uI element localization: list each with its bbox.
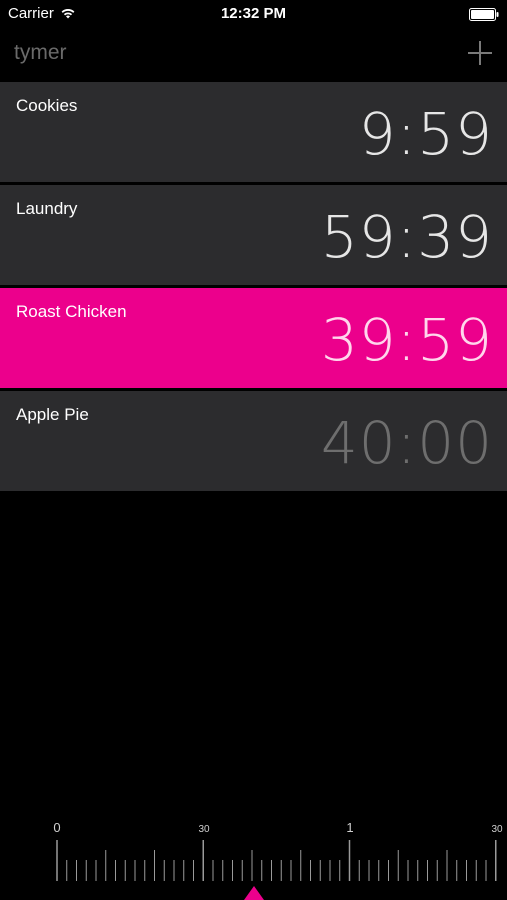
scrubber-ruler[interactable]: 0 30 1 30 (0, 810, 507, 900)
scrubber-label: 30 (198, 824, 210, 835)
status-time: 12:32 PM (220, 5, 287, 22)
timer-name: Laundry (16, 199, 78, 218)
timer-name: Cookies (16, 96, 78, 115)
nav-bar: tymer (0, 28, 507, 80)
app-title: tymer (14, 41, 67, 64)
scrubber-label: 30 (491, 824, 503, 835)
timer-name: Roast Chicken (16, 302, 127, 321)
add-timer-button[interactable] (465, 38, 495, 68)
timer-list: Cookies 9:59 Laundry 59:39 Roast Chicken… (0, 82, 507, 494)
timer-name: Apple Pie (16, 405, 89, 424)
status-bar: Carrier 12:32 PM (0, 0, 507, 28)
scrubber-label: 1 (346, 820, 353, 835)
scrubber-label: 0 (53, 820, 60, 835)
scrubber-pointer-icon[interactable] (244, 886, 264, 900)
timer-row-laundry[interactable]: Laundry 59:39 (0, 185, 507, 285)
timer-row-roast-chicken[interactable]: Roast Chicken 39:59 (0, 288, 507, 388)
timer-countdown: 39:59 (320, 306, 493, 374)
timer-countdown: 59:39 (320, 203, 493, 271)
timer-countdown: 9:59 (358, 100, 493, 168)
timer-row-cookies[interactable]: Cookies 9:59 (0, 82, 507, 182)
time-scrubber[interactable]: 0 30 1 30 (0, 810, 507, 900)
timer-row-apple-pie[interactable]: Apple Pie 40:00 (0, 391, 507, 491)
timer-countdown: 40:00 (320, 409, 493, 477)
battery-icon (469, 8, 499, 21)
